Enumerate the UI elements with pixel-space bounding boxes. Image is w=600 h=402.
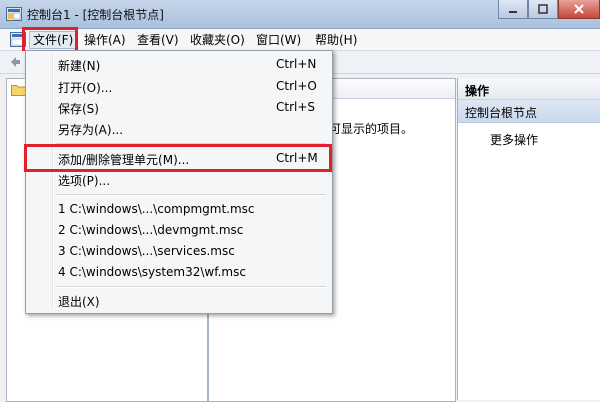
- close-icon: [574, 4, 584, 14]
- menu-item-label: 保存(S): [58, 102, 99, 116]
- empty-results-message: 可显示的项目。: [329, 122, 414, 136]
- actions-pane: 操作 控制台根节点 更多操作: [457, 78, 600, 400]
- actions-root-node[interactable]: 控制台根节点: [458, 100, 600, 123]
- file-menu-dropdown: 新建(N) Ctrl+N 打开(O)... Ctrl+O 保存(S) Ctrl+…: [25, 50, 333, 314]
- minimize-button[interactable]: [498, 0, 528, 19]
- menu-item-label: 退出(X): [58, 295, 100, 309]
- window-title: 控制台1 - [控制台根节点]: [27, 8, 164, 22]
- actions-pane-title: 操作: [465, 84, 490, 98]
- menu-item-label: 3 C:\windows\...\services.msc: [58, 244, 235, 258]
- actions-root-node-label: 控制台根节点: [465, 106, 538, 120]
- menu-item-options[interactable]: 选项(P)...: [28, 170, 328, 190]
- menu-item-exit[interactable]: 退出(X): [28, 291, 328, 311]
- maximize-button[interactable]: [528, 0, 558, 19]
- menu-item-label: 新建(N): [58, 59, 101, 73]
- menu-item-shortcut: Ctrl+S: [276, 100, 316, 114]
- maximize-icon: [538, 4, 548, 14]
- mmc-console-icon: [6, 7, 22, 21]
- menu-item-label: 4 C:\windows\system32\wf.msc: [58, 265, 246, 279]
- menu-bar: 文件(F) 操作(A) 查看(V) 收藏夹(O) 窗口(W) 帮助(H): [0, 29, 600, 51]
- menu-item-recent-3[interactable]: 3 C:\windows\...\services.msc: [28, 242, 328, 262]
- menu-item-recent-1[interactable]: 1 C:\windows\...\compmgmt.msc: [28, 200, 328, 220]
- menu-separator: [56, 194, 326, 196]
- add-remove-highlight-frame: [24, 144, 332, 172]
- menu-item-label: 选项(P)...: [58, 174, 111, 188]
- more-actions-link[interactable]: 更多操作: [490, 131, 538, 148]
- menu-item-save-as[interactable]: 另存为(A)...: [28, 119, 328, 139]
- menu-item-new[interactable]: 新建(N) Ctrl+N: [28, 55, 328, 75]
- menu-item-shortcut: Ctrl+O: [276, 79, 317, 93]
- menu-item-recent-2[interactable]: 2 C:\windows\...\devmgmt.msc: [28, 221, 328, 241]
- menu-item-label: 打开(O)...: [58, 81, 113, 95]
- title-bar[interactable]: 控制台1 - [控制台根节点]: [0, 0, 600, 29]
- window-controls: [498, 0, 600, 20]
- menu-item-label: 另存为(A)...: [58, 123, 124, 137]
- menu-view[interactable]: 查看(V): [134, 32, 182, 48]
- menu-separator: [56, 286, 326, 288]
- menu-action[interactable]: 操作(A): [81, 32, 129, 48]
- menu-item-recent-4[interactable]: 4 C:\windows\system32\wf.msc: [28, 263, 328, 283]
- menu-item-shortcut: Ctrl+N: [276, 57, 317, 71]
- menu-item-label: 1 C:\windows\...\compmgmt.msc: [58, 202, 255, 216]
- menu-item-open[interactable]: 打开(O)... Ctrl+O: [28, 77, 328, 97]
- menu-window[interactable]: 窗口(W): [253, 32, 304, 48]
- minimize-icon: [509, 11, 517, 13]
- back-arrow-icon[interactable]: [9, 56, 21, 68]
- close-button[interactable]: [558, 0, 600, 19]
- actions-pane-header: 操作: [458, 78, 600, 100]
- menu-item-save[interactable]: 保存(S) Ctrl+S: [28, 98, 328, 118]
- menu-item-label: 2 C:\windows\...\devmgmt.msc: [58, 223, 244, 237]
- menu-help[interactable]: 帮助(H): [312, 32, 360, 48]
- menu-favorites[interactable]: 收藏夹(O): [187, 32, 248, 48]
